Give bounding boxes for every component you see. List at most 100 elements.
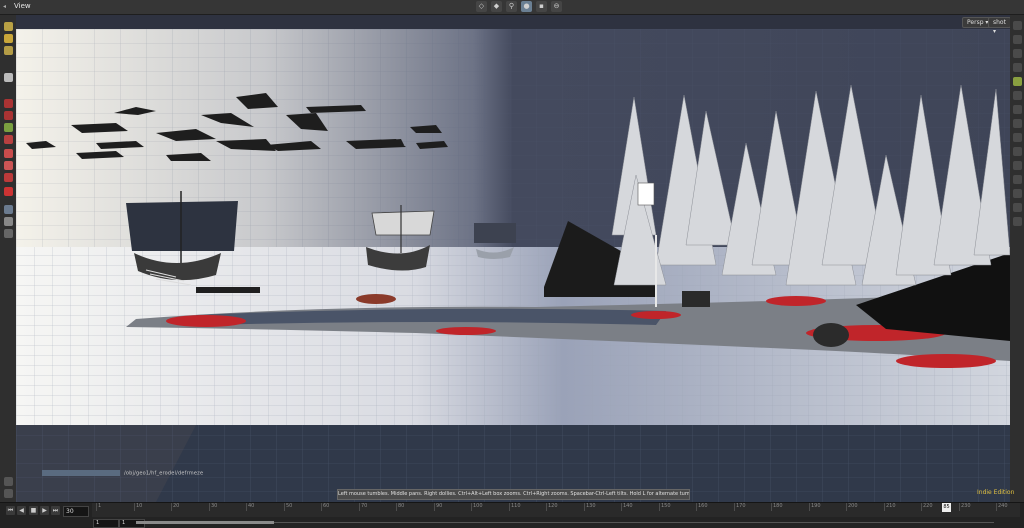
timeline-tick-label: 60 [323,503,330,509]
right-display-shelf [1009,15,1024,502]
viewport-titlebar: ◂ View ◇ ◆ ⚲ ● ▪ ⊖ [0,0,1024,15]
ghost-icon[interactable] [1013,119,1022,128]
measure-icon[interactable] [4,135,13,144]
path-text: /obj/geo1/hf_erodel/defrmeze [124,470,204,477]
brush-icon[interactable] [4,123,13,132]
display-options-icon[interactable] [1013,21,1022,30]
range-row: 1 1 [0,518,1024,528]
path-highlight [42,470,120,476]
timeline-tick [359,503,360,511]
timeline-tick-label: 30 [211,503,218,509]
timeline-tick [809,503,810,511]
timeline-tick [434,503,435,511]
timeline-tick-label: 40 [248,503,255,509]
stop-icon[interactable]: ■ [29,506,38,515]
safe-area-icon[interactable] [1013,147,1022,156]
pane-title: View [14,2,31,10]
step-back-icon[interactable]: ◀ [17,506,26,515]
select-icon[interactable] [4,22,13,31]
timeline-tick [621,503,622,511]
viewport-toolbar: ◇ ◆ ⚲ ● ▪ ⊖ [476,1,562,12]
timeline-tick-label: 220 [923,503,933,509]
background-icon[interactable] [1013,133,1022,142]
rotate-icon[interactable] [4,46,13,55]
display-settings-icon[interactable]: ⊖ [551,1,562,12]
timeline-tick-label: 70 [361,503,368,509]
timeline-tick [509,503,510,511]
camera-gizmo [637,182,655,206]
wireframe-icon[interactable] [1013,49,1022,58]
display-icon[interactable] [4,229,13,238]
template-icon[interactable] [1013,161,1022,170]
view-icon[interactable] [4,217,13,226]
timeline-tick-label: 160 [698,503,708,509]
timeline-tick [921,503,922,511]
pane-menu-icon[interactable]: ◂ [3,4,9,10]
timeline-tick [396,503,397,511]
range-slider[interactable] [136,521,274,524]
timeline-tick [696,503,697,511]
snap-icon[interactable] [4,187,13,196]
move-icon[interactable] [4,34,13,43]
smooth-shading-icon[interactable]: ● [521,1,532,12]
playbar: ⏮ ◀ ■ ▶ ⏭ 30 85 1 10 20 30 40 50 60 70 80 90 100 11… [0,502,1024,528]
timeline-tick [959,503,960,511]
paint-icon[interactable] [4,111,13,120]
snapshot-icon[interactable]: ▪ [536,1,547,12]
timeline-tick-label: 130 [586,503,596,509]
edition-badge: Indie Edition [977,489,1015,496]
camera-icon[interactable] [4,161,13,170]
grid-icon[interactable] [4,205,13,214]
timeline-tick [321,503,322,511]
render-icon[interactable] [4,173,13,182]
shaded-icon[interactable]: ◆ [491,1,502,12]
timeline-tick [996,503,997,511]
timeline-tick [284,503,285,511]
handle-icon[interactable] [4,73,13,82]
xray-icon[interactable] [1013,175,1022,184]
timeline-tick [209,503,210,511]
timeline-tick-label: 100 [473,503,483,509]
normals-icon[interactable] [1013,203,1022,212]
jump-start-icon[interactable]: ⏮ [6,506,15,515]
timeline-tick [884,503,885,511]
timeline-tick-label: 110 [511,503,521,509]
play-icon[interactable]: ▶ [40,506,49,515]
timeline-tick [584,503,585,511]
timeline-tick [546,503,547,511]
pose-icon[interactable] [4,99,13,108]
longship-far [474,223,516,259]
timeline-tick-label: 140 [623,503,633,509]
shading-icon[interactable] [1013,35,1022,44]
current-frame-field[interactable]: 30 [63,506,89,517]
axis-icon[interactable] [4,477,13,486]
left-tool-shelf [0,15,17,502]
network-path: /obj/geo1/hf_erodel/defrmeze [42,470,203,477]
timeline-tick-label: 240 [998,503,1008,509]
timeline-tick-label: 190 [811,503,821,509]
light-icon[interactable] [4,149,13,158]
origin-icon[interactable] [4,489,13,498]
timeline-ruler[interactable]: 85 1 10 20 30 40 50 60 70 80 90 100 110 120 130 140 150… [92,503,1020,517]
timeline-tick [246,503,247,511]
frame-cursor[interactable]: 85 [942,503,951,512]
timeline-tick [734,503,735,511]
display-menu[interactable]: shot ▾ [988,17,1010,35]
lighting-icon[interactable] [1013,63,1022,72]
timeline-tick-label: 50 [286,503,293,509]
timeline-tick [846,503,847,511]
link-icon[interactable]: ⚲ [506,1,517,12]
bounding-box-icon[interactable] [1013,77,1022,86]
timeline-tick-label: 120 [548,503,558,509]
jump-end-icon[interactable]: ⏭ [51,506,60,515]
snap-icon[interactable] [1013,105,1022,114]
points-icon[interactable] [1013,189,1022,198]
raft [196,287,260,293]
wireframe-icon[interactable]: ◇ [476,1,487,12]
grid-icon[interactable] [1013,91,1022,100]
camera-lock-icon[interactable] [1013,217,1022,226]
3d-viewport[interactable]: Persp ▾ shot ▾ /obj/geo1/hf_erodel/defrm… [16,15,1010,502]
timeline-tick-label: 80 [398,503,405,509]
timeline-tick-label: 180 [773,503,783,509]
timeline-tick [96,503,97,511]
